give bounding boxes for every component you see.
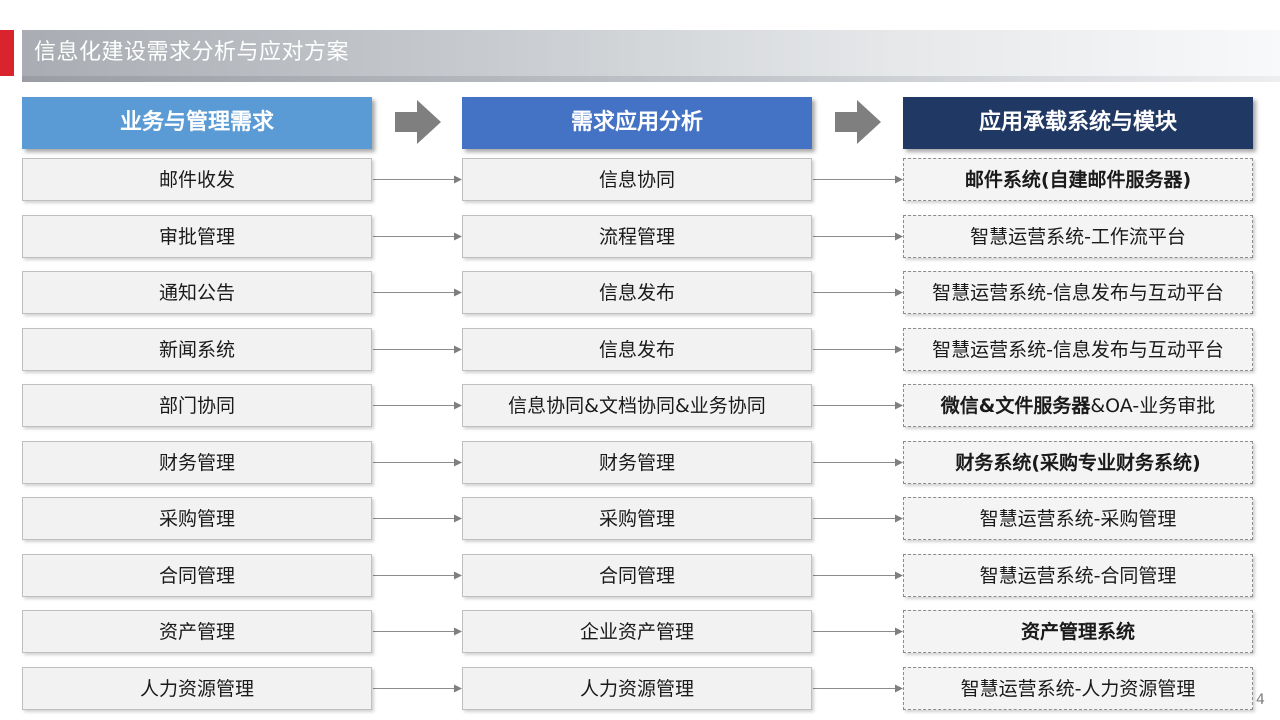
connector-arrowhead-icon xyxy=(454,514,462,523)
page-title: 信息化建设需求分析与应对方案 xyxy=(34,40,350,65)
business-need-cell: 审批管理 xyxy=(22,215,372,258)
connector-arrowhead-icon xyxy=(454,175,462,184)
connector-arrowhead-icon xyxy=(895,288,903,297)
system-text-segment: 智慧运营系统-合同管理 xyxy=(979,565,1177,587)
application-system-cell: 财务系统(采购专业财务系统) xyxy=(903,441,1253,484)
system-text-segment: 微信&文件服务器 xyxy=(940,395,1091,417)
requirement-analysis-cell: 采购管理 xyxy=(462,497,812,540)
requirement-analysis-cell: 合同管理 xyxy=(462,554,812,597)
title-underline xyxy=(22,76,1280,82)
connector-arrowhead-icon xyxy=(454,458,462,467)
application-system-cell: 智慧运营系统-采购管理 xyxy=(903,497,1253,540)
business-need-cell: 新闻系统 xyxy=(22,328,372,371)
business-need-cell: 人力资源管理 xyxy=(22,667,372,710)
page-number: 4 xyxy=(1256,692,1265,708)
application-system-cell: 邮件系统(自建邮件服务器) xyxy=(903,158,1253,201)
application-system-cell: 智慧运营系统-人力资源管理 xyxy=(903,667,1253,710)
system-text-segment: 财务系统(采购专业财务系统) xyxy=(955,452,1201,474)
connector-arrowhead-icon xyxy=(454,627,462,636)
connector-arrowhead-icon xyxy=(895,345,903,354)
connector-arrowhead-icon xyxy=(895,401,903,410)
system-text-segment: &OA-业务审批 xyxy=(1090,395,1216,417)
connector-arrowhead-icon xyxy=(454,401,462,410)
connector-arrowhead-icon xyxy=(895,684,903,693)
system-text-segment: 智慧运营系统-人力资源管理 xyxy=(960,678,1196,700)
requirement-analysis-cell: 企业资产管理 xyxy=(462,610,812,653)
flow-arrow-icon xyxy=(835,100,881,144)
header-business-needs: 业务与管理需求 xyxy=(22,97,372,149)
business-need-cell: 财务管理 xyxy=(22,441,372,484)
connector-arrowhead-icon xyxy=(454,232,462,241)
requirement-analysis-cell: 信息协同&文档协同&业务协同 xyxy=(462,384,812,427)
connector-arrowhead-icon xyxy=(895,458,903,467)
title-bar: 信息化建设需求分析与应对方案 xyxy=(0,30,1280,82)
application-system-cell: 智慧运营系统-信息发布与互动平台 xyxy=(903,271,1253,314)
header-requirement-analysis: 需求应用分析 xyxy=(462,97,812,149)
system-text-segment: 智慧运营系统-采购管理 xyxy=(979,508,1177,530)
application-system-cell: 微信&文件服务器&OA-业务审批 xyxy=(903,384,1253,427)
requirement-analysis-cell: 流程管理 xyxy=(462,215,812,258)
flow-arrow-icon xyxy=(395,100,441,144)
connector-arrowhead-icon xyxy=(895,571,903,580)
system-text-segment: 智慧运营系统-信息发布与互动平台 xyxy=(932,282,1224,304)
connector-arrowhead-icon xyxy=(895,175,903,184)
application-system-cell: 资产管理系统 xyxy=(903,610,1253,653)
connector-arrowhead-icon xyxy=(454,288,462,297)
system-text-segment: 智慧运营系统-工作流平台 xyxy=(970,226,1186,248)
business-need-cell: 资产管理 xyxy=(22,610,372,653)
requirement-analysis-cell: 财务管理 xyxy=(462,441,812,484)
requirement-analysis-cell: 人力资源管理 xyxy=(462,667,812,710)
system-text-segment: 邮件系统(自建邮件服务器) xyxy=(964,169,1192,191)
connector-arrowhead-icon xyxy=(895,627,903,636)
application-system-cell: 智慧运营系统-工作流平台 xyxy=(903,215,1253,258)
requirement-analysis-cell: 信息发布 xyxy=(462,271,812,314)
business-need-cell: 通知公告 xyxy=(22,271,372,314)
connector-arrowhead-icon xyxy=(895,232,903,241)
business-need-cell: 采购管理 xyxy=(22,497,372,540)
business-need-cell: 部门协同 xyxy=(22,384,372,427)
connector-arrowhead-icon xyxy=(454,684,462,693)
requirement-analysis-cell: 信息协同 xyxy=(462,158,812,201)
header-application-systems: 应用承载系统与模块 xyxy=(903,97,1253,149)
connector-arrowhead-icon xyxy=(895,514,903,523)
application-system-cell: 智慧运营系统-信息发布与互动平台 xyxy=(903,328,1253,371)
business-need-cell: 合同管理 xyxy=(22,554,372,597)
connector-arrowhead-icon xyxy=(454,345,462,354)
title-accent-bar xyxy=(0,30,14,76)
system-text-segment: 智慧运营系统-信息发布与互动平台 xyxy=(932,339,1224,361)
connector-arrowhead-icon xyxy=(454,571,462,580)
business-need-cell: 邮件收发 xyxy=(22,158,372,201)
system-text-segment: 资产管理系统 xyxy=(1020,621,1135,643)
application-system-cell: 智慧运营系统-合同管理 xyxy=(903,554,1253,597)
requirement-analysis-cell: 信息发布 xyxy=(462,328,812,371)
